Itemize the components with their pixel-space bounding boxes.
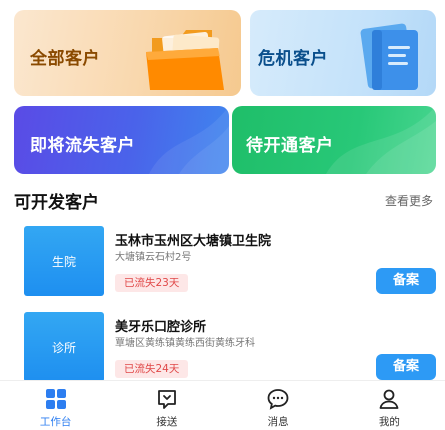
lost-days-badge: 已流失24天 [115,360,189,378]
all-customers-label: 全部客户 [30,49,100,69]
customer-thumbnail: 诊所 [24,312,104,382]
view-more-link[interactable]: 查看更多 [385,192,433,209]
tab-mine[interactable]: 我的 [334,381,445,430]
crisis-customers-label: 危机客户 [258,49,328,69]
tab-messages[interactable]: 消息 [223,381,334,430]
pending-customers-card[interactable]: 待开通客户 [232,106,436,174]
chat-square-icon [157,390,176,409]
customer-name: 美牙乐口腔诊所 [115,320,207,335]
customer-card[interactable]: 诊所 美牙乐口腔诊所 覃塘区黄练镇黄练西街黄练牙科 已流失24天 备案 [14,312,436,388]
customer-thumbnail: 生院 [24,226,104,296]
losing-customers-card[interactable]: 即将流失客户 [14,106,229,174]
folder-icon [146,30,224,90]
crisis-customers-card[interactable]: 危机客户 [250,10,436,96]
document-book-icon [360,23,418,90]
record-button[interactable]: 备案 [376,354,436,380]
tab-label: 接送 [156,416,178,428]
message-bubble-icon [267,389,289,410]
customer-name: 玉林市玉州区大塘镇卫生院 [115,234,272,249]
wave-decoration [326,106,436,174]
all-customers-card[interactable]: 全部客户 [14,10,241,96]
customer-address: 大塘镇云石村2号 [115,252,192,263]
lost-days-badge: 已流失23天 [115,274,189,292]
record-button[interactable]: 备案 [376,268,436,294]
tab-label: 工作台 [39,416,72,428]
section-title: 可开发客户 [14,193,99,213]
tab-pickup[interactable]: 接送 [111,381,222,430]
customer-address: 覃塘区黄练镇黄练西街黄练牙科 [115,338,255,349]
tab-label: 消息 [267,416,289,428]
tab-label: 我的 [378,416,400,428]
customer-card[interactable]: 生院 玉林市玉州区大塘镇卫生院 大塘镇云石村2号 已流失23天 备案 [14,226,436,302]
tab-workbench[interactable]: 工作台 [0,381,111,430]
user-icon [379,389,399,409]
bottom-tab-bar: 工作台 接送 消息 我的 [0,380,445,430]
grid-icon [45,389,66,409]
wave-decoration [149,106,229,174]
